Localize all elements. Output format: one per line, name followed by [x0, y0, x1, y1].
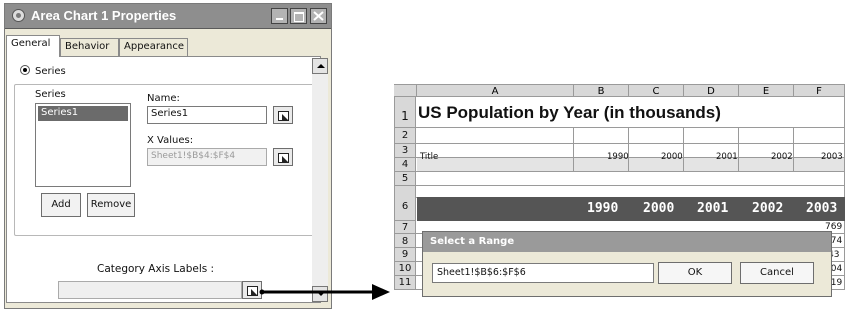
- row-header-7[interactable]: 7: [394, 221, 416, 234]
- cell-e6-text: 2002: [752, 201, 784, 216]
- cell-a3[interactable]: [416, 144, 574, 158]
- column-header-b[interactable]: B: [574, 84, 629, 97]
- arrowhead-icon: [372, 284, 390, 300]
- row-header-10[interactable]: 10: [394, 262, 416, 276]
- cell-c2[interactable]: [629, 128, 684, 144]
- dialog-title: Select a Range: [430, 236, 515, 247]
- series-list[interactable]: Series1: [35, 103, 131, 187]
- tab-general[interactable]: General: [6, 35, 60, 57]
- category-axis-label: Category Axis Labels :: [97, 263, 215, 275]
- row-header-3[interactable]: 3: [394, 144, 416, 158]
- close-icon: [313, 11, 324, 21]
- window-title: Area Chart 1 Properties: [31, 8, 177, 23]
- cell-f3-text: 2003: [821, 152, 843, 162]
- name-field[interactable]: Series1: [147, 106, 267, 124]
- category-axis-range-picker-button[interactable]: [242, 281, 262, 299]
- series-radio[interactable]: [20, 65, 30, 75]
- range-input[interactable]: Sheet1!$B$6:$F$6: [432, 263, 654, 283]
- row-header-9[interactable]: 9: [394, 248, 416, 262]
- cell-a4[interactable]: [416, 158, 574, 172]
- cancel-button[interactable]: Cancel: [740, 262, 814, 284]
- ok-button[interactable]: OK: [658, 262, 732, 284]
- xvalues-field[interactable]: Sheet1!$B$4:$F$4: [147, 148, 267, 166]
- close-button[interactable]: [310, 8, 327, 24]
- row-header-1[interactable]: 1: [394, 97, 416, 128]
- series-radio-label: Series: [35, 66, 66, 77]
- name-label: Name:: [147, 93, 180, 104]
- row-header-6[interactable]: 6: [394, 186, 416, 221]
- series-list-label: Series: [35, 89, 66, 100]
- column-header-f[interactable]: F: [794, 84, 845, 97]
- name-range-picker-button[interactable]: [273, 106, 293, 124]
- cell-f6-text: 2003: [806, 201, 838, 216]
- cell-b3-text: 1990: [607, 152, 629, 162]
- column-header-e[interactable]: E: [739, 84, 794, 97]
- cell-e3-text: 2002: [771, 152, 793, 162]
- row-header-4[interactable]: 4: [394, 158, 416, 172]
- cell-d3-text: 2001: [716, 152, 738, 162]
- xvalues-label: X Values:: [147, 135, 194, 146]
- scroll-up-button[interactable]: [312, 58, 328, 74]
- cell-b2[interactable]: [574, 128, 629, 144]
- row-header-8[interactable]: 8: [394, 234, 416, 248]
- row-header-5[interactable]: 5: [394, 172, 416, 186]
- cell-a2[interactable]: [416, 128, 574, 144]
- list-item[interactable]: Series1: [38, 106, 128, 121]
- tab-behavior[interactable]: Behavior: [60, 38, 119, 56]
- cell-b6-text: 1990: [587, 201, 619, 216]
- row-header-11[interactable]: 11: [394, 276, 416, 290]
- category-axis-field[interactable]: [58, 281, 242, 299]
- sheet-title: US Population by Year (in thousands): [418, 103, 721, 122]
- maximize-button[interactable]: [290, 8, 307, 24]
- cell-c3-text: 2000: [661, 152, 683, 162]
- app-icon: [12, 9, 25, 22]
- add-button[interactable]: Add: [41, 193, 81, 217]
- column-header-d[interactable]: D: [684, 84, 739, 97]
- column-header-a[interactable]: A: [417, 84, 574, 97]
- cell-a3-text: Title: [420, 152, 439, 162]
- title-bar[interactable]: Area Chart 1 Properties: [5, 4, 331, 29]
- remove-button[interactable]: Remove: [87, 193, 135, 217]
- cell-f2[interactable]: [794, 128, 845, 144]
- cell-d2[interactable]: [684, 128, 739, 144]
- tab-appearance[interactable]: Appearance: [119, 38, 188, 56]
- xvalues-range-picker-button[interactable]: [273, 148, 293, 166]
- column-header-c[interactable]: C: [629, 84, 684, 97]
- row-5-cells[interactable]: [416, 172, 845, 186]
- cell-d6-text: 2001: [697, 201, 729, 216]
- minimize-button[interactable]: [271, 8, 288, 24]
- scroll-down-button[interactable]: [312, 286, 328, 302]
- cell-e2[interactable]: [739, 128, 794, 144]
- dialog-title-bar[interactable]: Select a Range: [423, 232, 831, 252]
- cell-c6-text: 2000: [643, 201, 675, 216]
- row-header-2[interactable]: 2: [394, 128, 416, 144]
- vertical-scrollbar[interactable]: [312, 58, 328, 302]
- select-all-corner[interactable]: [394, 84, 417, 97]
